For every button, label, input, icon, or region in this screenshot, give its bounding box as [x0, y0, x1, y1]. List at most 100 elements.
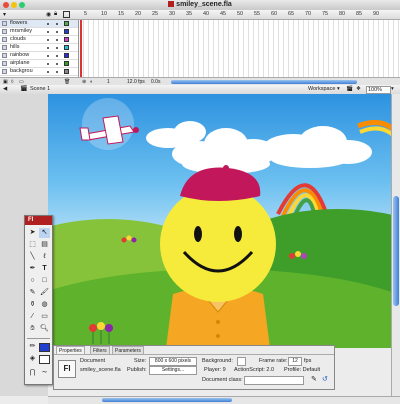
frame-grid[interactable] [79, 20, 400, 77]
frame-number: 10 [101, 11, 108, 17]
zoom-field[interactable]: 100% [366, 86, 391, 94]
eraser-tool-icon[interactable]: ▭ [39, 312, 50, 322]
back-arrow-icon[interactable]: ◀ [3, 85, 7, 94]
stroke-color-icon[interactable]: ✏ [27, 342, 38, 352]
document-class-input[interactable] [244, 376, 304, 385]
frame-number: 85 [356, 11, 363, 17]
rectangle-tool-icon[interactable]: □ [39, 276, 50, 286]
layer-row-flowers[interactable]: flowers [0, 20, 78, 28]
layer-visibility-dot[interactable] [47, 71, 49, 73]
layer-name[interactable]: clouds [10, 36, 26, 43]
layer-row-mrsmiley[interactable]: mrsmiley [0, 28, 78, 36]
playhead[interactable] [80, 20, 82, 77]
layer-lock-dot[interactable] [56, 71, 58, 73]
snap-magnet-icon[interactable]: ⋂ [27, 368, 38, 378]
layer-visibility-dot[interactable] [47, 31, 49, 33]
layer-visibility-dot[interactable] [47, 47, 49, 49]
subselection-tool-icon[interactable]: ↖ [39, 228, 50, 238]
timeline-hscrollbar[interactable] [171, 80, 357, 84]
layer-row-backgrou[interactable]: backgrou [0, 68, 78, 76]
fla-file-icon [168, 1, 175, 7]
profile-label[interactable]: Profile: Default [284, 367, 320, 373]
fill-color-swatch[interactable] [39, 355, 50, 364]
help-icon[interactable]: ↺ [322, 376, 330, 384]
stroke-color-swatch[interactable] [39, 343, 50, 352]
layer-name[interactable]: airplane [10, 60, 30, 67]
layer-lock-dot[interactable] [56, 63, 58, 65]
layer-outline-swatch[interactable] [64, 69, 69, 74]
fill-color-icon[interactable]: ◈ [27, 354, 38, 364]
layer-name[interactable]: flowers [10, 20, 27, 27]
layer-outline-swatch[interactable] [64, 53, 69, 58]
layer-icon [2, 45, 7, 50]
layer-outline-swatch[interactable] [64, 29, 69, 34]
timeline-collapse-icon[interactable]: ▾ [3, 11, 6, 18]
layer-outline-swatch[interactable] [64, 21, 69, 26]
layer-row-hills[interactable]: hills [0, 44, 78, 52]
eyedropper-tool-icon[interactable]: ⁄ [27, 312, 38, 322]
text-tool-icon[interactable]: T [39, 264, 50, 274]
edit-symbol-icon[interactable]: ❖ [356, 85, 361, 94]
settings-button[interactable]: Settings... [149, 366, 197, 375]
document-type-label: Document [80, 358, 106, 364]
layer-visibility-dot[interactable] [47, 63, 49, 65]
layer-row-clouds[interactable]: clouds [0, 36, 78, 44]
lasso-tool-icon[interactable]: ℓ [39, 252, 50, 262]
hand-tool-icon[interactable]: ✋︎ [27, 324, 38, 334]
timeline-header: ▾ ◉ 🔒︎ 5 10 15 20 25 30 35 40 45 50 55 60 65 70 75 80 85… [0, 10, 400, 20]
frame-number: 50 [237, 11, 244, 17]
layer-outline-swatch[interactable] [64, 45, 69, 50]
smooth-icon[interactable]: ∼ [39, 368, 50, 378]
layer-name[interactable]: rainbow [10, 52, 29, 59]
zoom-dropdown-icon[interactable]: ▾ [391, 85, 394, 94]
zoom-tool-icon[interactable]: 🔍︎ [39, 324, 50, 334]
paint-bucket-tool-icon[interactable]: ◍ [39, 300, 50, 310]
background-color-swatch[interactable] [237, 357, 246, 366]
layer-name[interactable]: mrsmiley [10, 28, 32, 35]
layer-name[interactable]: backgrou [10, 68, 33, 75]
layer-name[interactable]: hills [10, 44, 19, 51]
layer-lock-dot[interactable] [56, 23, 58, 25]
layer-visibility-dot[interactable] [47, 55, 49, 57]
ink-bottle-tool-icon[interactable]: ⚱ [27, 300, 38, 310]
workspace-menu[interactable]: Workspace [308, 85, 335, 94]
eye-icon[interactable]: ◉ [46, 11, 51, 18]
tools-panel-title: Fl [25, 216, 52, 225]
actionscript-version[interactable]: ActionScript: 2.0 [234, 367, 274, 373]
workspace-dropdown-icon[interactable]: ▾ [337, 85, 340, 94]
pen-tool-icon[interactable]: ✒ [27, 264, 38, 274]
scene-icon: 🎬︎ [20, 86, 28, 92]
line-tool-icon[interactable]: ╲ [27, 252, 38, 262]
layer-visibility-dot[interactable] [47, 23, 49, 25]
edit-scene-icon[interactable]: 🎬︎ [346, 85, 353, 94]
brush-tool-icon[interactable]: 🖌︎ [39, 288, 50, 298]
size-button[interactable]: 800 x 600 pixels [149, 357, 197, 366]
frame-number: 40 [203, 11, 210, 17]
stage-vscrollbar[interactable] [391, 94, 400, 396]
lock-icon[interactable]: 🔒︎ [54, 11, 57, 18]
selection-tool-icon[interactable]: ➤ [27, 228, 38, 238]
outline-icon[interactable] [63, 11, 70, 18]
layer-lock-dot[interactable] [56, 47, 58, 49]
gradient-transform-tool-icon[interactable]: ▤ [39, 240, 50, 250]
rainbow-top-right-inner [359, 126, 391, 137]
stage-vscroll-thumb[interactable] [393, 196, 399, 306]
oval-tool-icon[interactable]: ○ [27, 276, 38, 286]
layer-lock-dot[interactable] [56, 55, 58, 57]
pencil-tool-icon[interactable]: ✎ [27, 288, 38, 298]
free-transform-tool-icon[interactable]: ⬚ [27, 240, 38, 250]
edit-pencil-icon[interactable]: ✎ [311, 376, 319, 384]
layer-outline-swatch[interactable] [64, 37, 69, 42]
player-version[interactable]: Player: 9 [204, 367, 226, 373]
stage[interactable] [48, 94, 391, 348]
layer-lock-dot[interactable] [56, 39, 58, 41]
layer-visibility-dot[interactable] [47, 39, 49, 41]
layer-row-airplane[interactable]: airplane [0, 60, 78, 68]
scene-name[interactable]: Scene 1 [30, 85, 50, 94]
stage-hscroll-thumb[interactable] [102, 398, 232, 402]
layer-lock-dot[interactable] [56, 31, 58, 33]
layer-outline-swatch[interactable] [64, 61, 69, 66]
frame-rate-input[interactable]: 12 [288, 357, 302, 366]
background-label: Background: [202, 358, 233, 364]
layer-row-rainbow[interactable]: rainbow [0, 52, 78, 60]
